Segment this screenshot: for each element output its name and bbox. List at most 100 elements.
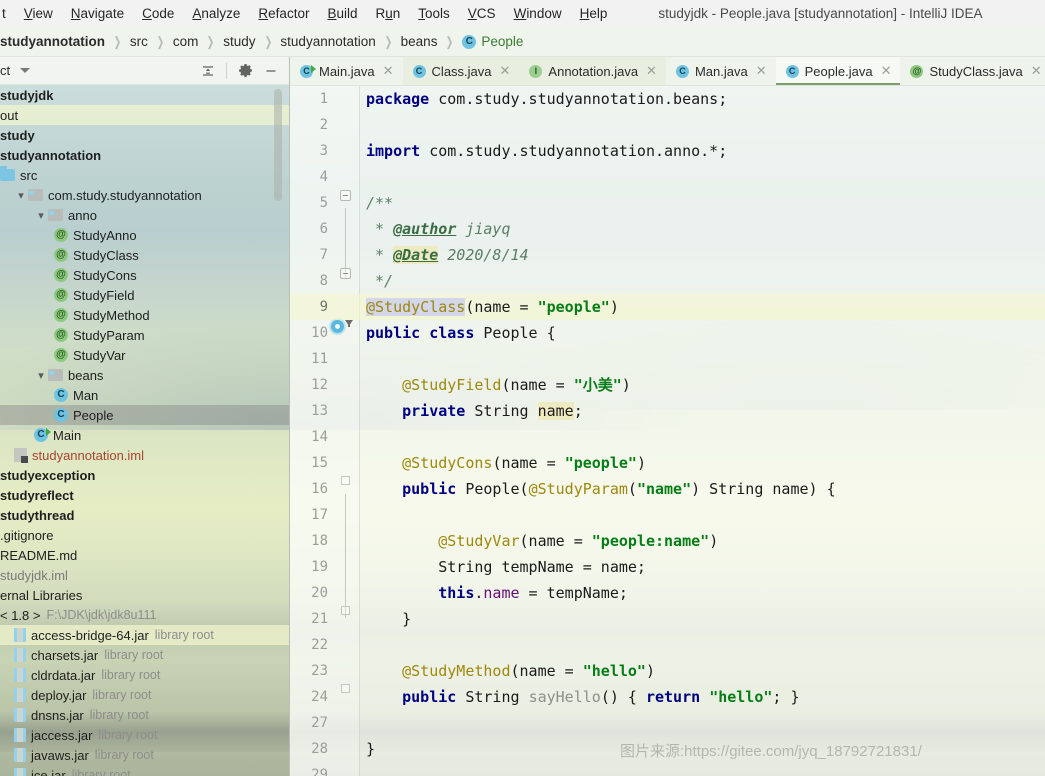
- editor-tab-class-java[interactable]: C Class.java ✕: [402, 57, 520, 85]
- menu-item-window[interactable]: Window: [505, 3, 571, 24]
- tree-item-dnsns-jar[interactable]: dnsns.jar library root: [0, 705, 290, 725]
- tree-item-studythread[interactable]: studythread: [0, 505, 290, 525]
- editor-tab-people-java[interactable]: C People.java ✕: [775, 57, 901, 85]
- close-icon[interactable]: ✕: [1031, 63, 1042, 79]
- tree-item-main[interactable]: C Main: [0, 425, 290, 445]
- code-line[interactable]: 18 @StudyVar(name = "people:name"): [290, 528, 1045, 554]
- tree-item-jaccess-jar[interactable]: jaccess.jar library root: [0, 725, 290, 745]
- menu-item-build[interactable]: Build: [318, 3, 366, 24]
- code-line[interactable]: 11: [290, 346, 1045, 372]
- code-line[interactable]: 2: [290, 112, 1045, 138]
- code-line[interactable]: 15 @StudyCons(name = "people"): [290, 450, 1045, 476]
- code-line[interactable]: 3 import com.study.studyannotation.anno.*…: [290, 138, 1045, 164]
- tree-item-studyvar[interactable]: @ StudyVar: [0, 345, 290, 365]
- code-line[interactable]: 12 @StudyField(name = "小美"): [290, 372, 1045, 398]
- code-editor[interactable]: 1 package com.study.studyannotation.beans…: [290, 86, 1045, 776]
- editor-tab-studyclass-java[interactable]: @ StudyClass.java ✕: [900, 57, 1045, 85]
- breadcrumb-item-people[interactable]: C People: [461, 34, 524, 49]
- project-tree[interactable]: studyjdk out study studyannotation src ▾ com.s…: [0, 85, 290, 776]
- code-line[interactable]: 14: [290, 424, 1045, 450]
- tree-item-src[interactable]: src: [0, 165, 290, 185]
- hide-panel-icon[interactable]: [258, 59, 284, 83]
- code-line[interactable]: 24 public String sayHello() { return "he…: [290, 684, 1045, 710]
- code-line[interactable]: 13 private String name;: [290, 398, 1045, 424]
- tree-item-studyanno[interactable]: @ StudyAnno: [0, 225, 290, 245]
- menu-item-help[interactable]: Help: [571, 3, 617, 24]
- tree-item-charsets-jar[interactable]: charsets.jar library root: [0, 645, 290, 665]
- tree-item-com-study-studyannotation[interactable]: ▾ com.study.studyannotation: [0, 185, 290, 205]
- tree-item-access-bridge-64-jar[interactable]: access-bridge-64.jar library root: [0, 625, 290, 645]
- project-tree-scrollbar[interactable]: [274, 89, 282, 201]
- tree-item-anno[interactable]: ▾ anno: [0, 205, 290, 225]
- code-lines[interactable]: 1 package com.study.studyannotation.beans…: [290, 86, 1045, 776]
- code-line[interactable]: 8 */: [290, 268, 1045, 294]
- tree-item-man[interactable]: C Man: [0, 385, 290, 405]
- collapse-all-icon[interactable]: [195, 59, 221, 83]
- tree-item--gitignore[interactable]: .gitignore: [0, 525, 290, 545]
- code-line[interactable]: 4: [290, 164, 1045, 190]
- menu-item-tools[interactable]: Tools: [409, 3, 459, 24]
- menu-item-refactor[interactable]: Refactor: [249, 3, 318, 24]
- project-panel-title-group[interactable]: ct: [0, 63, 31, 78]
- breadcrumb-item-src[interactable]: src: [129, 34, 149, 49]
- tree-item-jce-jar[interactable]: jce.jar library root: [0, 765, 290, 776]
- code-line[interactable]: 27: [290, 710, 1045, 736]
- menu-item-run[interactable]: Run: [366, 3, 409, 24]
- tree-item-studyclass[interactable]: @ StudyClass: [0, 245, 290, 265]
- tree-item-javaws-jar[interactable]: javaws.jar library root: [0, 745, 290, 765]
- editor-tab-man-java[interactable]: C Man.java ✕: [666, 57, 776, 85]
- tree-item-studyjdk-iml[interactable]: studyjdk.iml: [0, 565, 290, 585]
- breadcrumb-item-study[interactable]: study: [222, 34, 256, 49]
- tree-item-studycons[interactable]: @ StudyCons: [0, 265, 290, 285]
- close-icon[interactable]: ✕: [383, 63, 394, 79]
- editor-tab-annotation-java[interactable]: I Annotation.java ✕: [519, 57, 666, 85]
- close-icon[interactable]: ✕: [646, 63, 657, 79]
- menu-item-navigate[interactable]: Navigate: [62, 3, 133, 24]
- breadcrumb-item-studyannotation[interactable]: studyannotation: [279, 34, 376, 49]
- chevron-down-icon[interactable]: ▾: [34, 209, 48, 222]
- close-icon[interactable]: ✕: [881, 63, 892, 79]
- menu-item-t[interactable]: t: [0, 3, 15, 24]
- code-line[interactable]: 20 this.name = tempName;: [290, 580, 1045, 606]
- code-line[interactable]: 19 String tempName = name;: [290, 554, 1045, 580]
- code-line[interactable]: 21 }: [290, 606, 1045, 632]
- close-icon[interactable]: ✕: [756, 63, 767, 79]
- editor-tab-main-java[interactable]: C Main.java ✕: [290, 57, 403, 85]
- code-line[interactable]: 17: [290, 502, 1045, 528]
- menu-item-code[interactable]: Code: [133, 3, 183, 24]
- tree-item-cldrdata-jar[interactable]: cldrdata.jar library root: [0, 665, 290, 685]
- breadcrumb[interactable]: studyannotation ❯ src ❯ com ❯ study ❯ studyannot…: [0, 27, 1045, 57]
- tree-item-studyreflect[interactable]: studyreflect: [0, 485, 290, 505]
- tree-item-out[interactable]: out: [0, 105, 290, 125]
- code-line[interactable]: 22: [290, 632, 1045, 658]
- tree-item-people[interactable]: C People: [0, 405, 290, 425]
- code-line[interactable]: 29: [290, 762, 1045, 776]
- tree-item-ernal-libraries[interactable]: ernal Libraries: [0, 585, 290, 605]
- code-line[interactable]: 7 * @Date 2020/8/14: [290, 242, 1045, 268]
- code-line[interactable]: 16 public People(@StudyParam("name") Str…: [290, 476, 1045, 502]
- menu-item-view[interactable]: View: [15, 3, 62, 24]
- editor-tab-bar[interactable]: C Main.java ✕ C Class.java ✕ I Annotation.java ✕…: [290, 57, 1045, 86]
- chevron-down-icon[interactable]: [20, 68, 31, 73]
- chevron-down-icon[interactable]: ▾: [34, 369, 48, 382]
- chevron-down-icon[interactable]: ▾: [14, 189, 28, 202]
- menu-item-vcs[interactable]: VCS: [459, 3, 505, 24]
- menu-item-analyze[interactable]: Analyze: [183, 3, 249, 24]
- tree-item--1-8-[interactable]: < 1.8 > F:\JDK\jdk\jdk8u111: [0, 605, 290, 625]
- code-line[interactable]: 9 @StudyClass(name = "people"): [290, 294, 1045, 320]
- tree-item-studyannotation-iml[interactable]: studyannotation.iml: [0, 445, 290, 465]
- tree-item-study[interactable]: study: [0, 125, 290, 145]
- sidebar-splitter[interactable]: [289, 57, 290, 776]
- code-line[interactable]: 23 @StudyMethod(name = "hello"): [290, 658, 1045, 684]
- breadcrumb-item-studyannotation[interactable]: studyannotation: [0, 34, 106, 49]
- code-line[interactable]: 1 package com.study.studyannotation.beans…: [290, 86, 1045, 112]
- tree-item-beans[interactable]: ▾ beans: [0, 365, 290, 385]
- tree-item-studyparam[interactable]: @ StudyParam: [0, 325, 290, 345]
- tree-item-readme-md[interactable]: README.md: [0, 545, 290, 565]
- code-line[interactable]: 5 /**: [290, 190, 1045, 216]
- tree-item-deploy-jar[interactable]: deploy.jar library root: [0, 685, 290, 705]
- settings-gear-icon[interactable]: [232, 59, 258, 83]
- tree-item-studymethod[interactable]: @ StudyMethod: [0, 305, 290, 325]
- breadcrumb-item-com[interactable]: com: [172, 34, 200, 49]
- code-line[interactable]: 6 * @author jiayq: [290, 216, 1045, 242]
